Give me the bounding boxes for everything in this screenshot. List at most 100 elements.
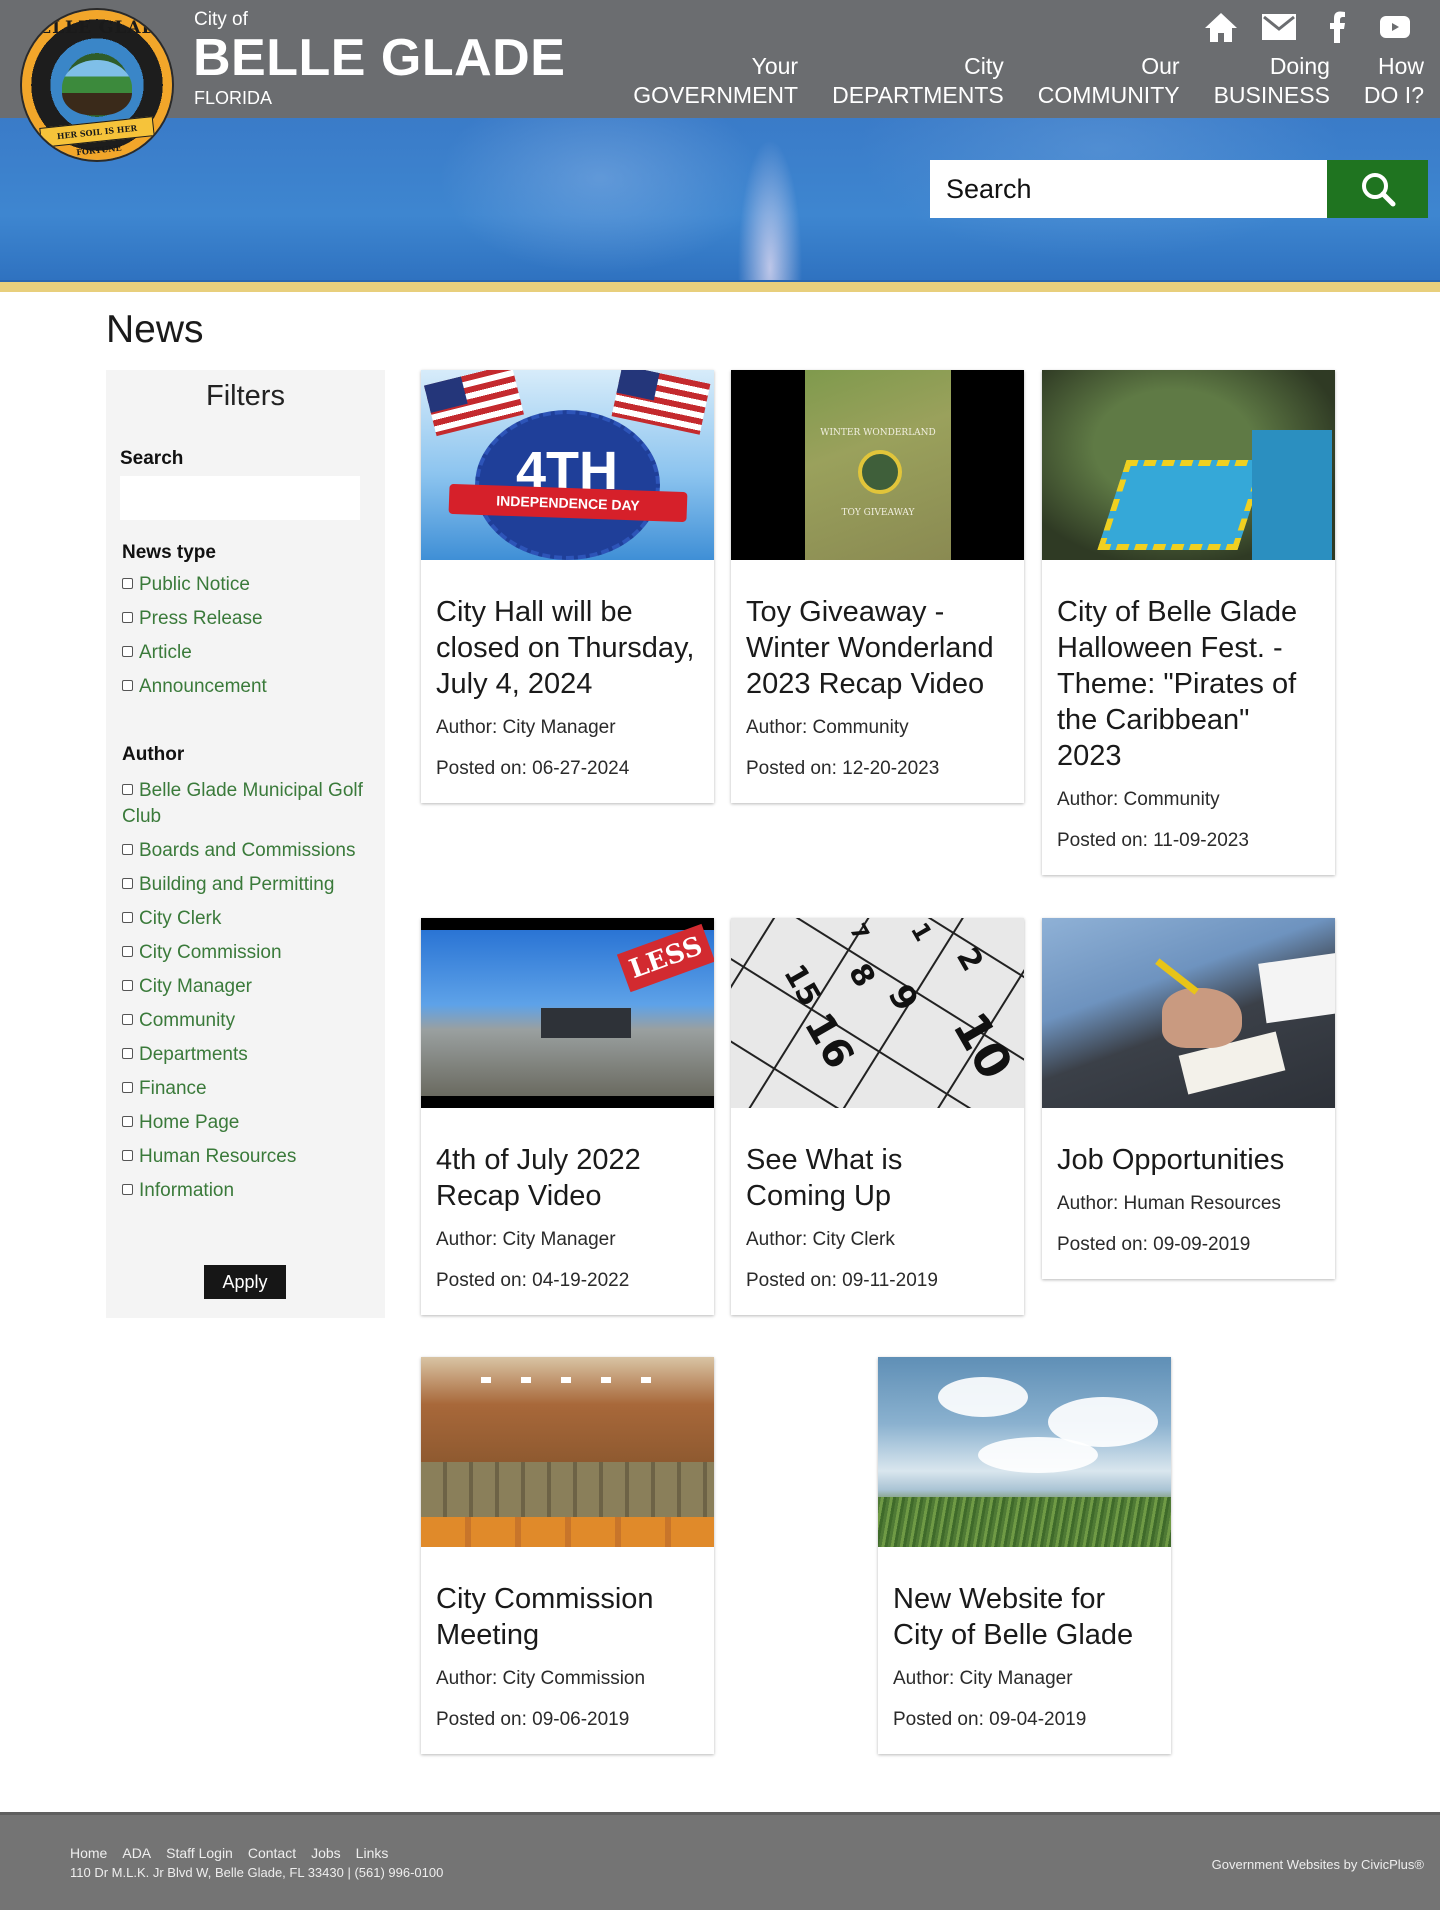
site-search-input[interactable]: [930, 160, 1327, 218]
author-list-viewport: Belle Glade Municipal Golf Club Boards a…: [122, 778, 372, 1242]
news-card-image[interactable]: [878, 1357, 1171, 1547]
mail-icon[interactable]: [1260, 10, 1298, 44]
pen-graphic: [1155, 958, 1199, 995]
author-option[interactable]: Information: [122, 1178, 372, 1204]
author-option[interactable]: Finance: [122, 1076, 372, 1102]
news-card-title[interactable]: Job Opportunities: [1057, 1142, 1320, 1178]
news-card-image[interactable]: [421, 1357, 714, 1547]
author-option[interactable]: Belle Glade Municipal Golf Club: [122, 778, 372, 830]
checkbox[interactable]: [122, 612, 133, 623]
news-card[interactable]: New Website for City of Belle Glade Auth…: [878, 1357, 1171, 1754]
news-card[interactable]: City of Belle Glade Halloween Fest. - Th…: [1042, 370, 1335, 875]
news-card-title[interactable]: City Hall will be closed on Thursday, Ju…: [436, 594, 699, 702]
news-card[interactable]: City Commission Meeting Author: City Com…: [421, 1357, 714, 1754]
news-card[interactable]: 4TH INDEPENDENCE DAY City Hall will be c…: [421, 370, 714, 803]
nav-our-community[interactable]: Our COMMUNITY: [1038, 52, 1180, 110]
author-option[interactable]: Human Resources: [122, 1144, 372, 1170]
news-card-date: Posted on: 11-09-2023: [1057, 830, 1249, 851]
nav-line2: DO I?: [1363, 82, 1424, 108]
checkbox[interactable]: [122, 1184, 133, 1195]
checkbox[interactable]: [122, 1150, 133, 1161]
home-icon[interactable]: [1202, 10, 1240, 44]
footer-link-home[interactable]: Home: [70, 1845, 107, 1861]
seal-top-text: BELLE GLADE: [22, 18, 172, 38]
news-card-image[interactable]: 4TH INDEPENDENCE DAY: [421, 370, 714, 560]
author-option[interactable]: City Commission: [122, 940, 372, 966]
checkbox[interactable]: [122, 784, 133, 795]
checkbox[interactable]: [122, 680, 133, 691]
nav-doing-business[interactable]: Doing BUSINESS: [1214, 52, 1330, 110]
youtube-icon[interactable]: [1376, 10, 1414, 44]
nav-line2: GOVERNMENT: [633, 82, 799, 108]
footer-link-jobs[interactable]: Jobs: [311, 1845, 341, 1861]
checkbox[interactable]: [122, 1082, 133, 1093]
footer-link-contact[interactable]: Contact: [248, 1845, 296, 1861]
checkbox[interactable]: [122, 646, 133, 657]
checkbox[interactable]: [122, 1014, 133, 1025]
checkbox[interactable]: [122, 946, 133, 957]
cloud-graphic: [938, 1377, 1028, 1417]
site-search-button[interactable]: [1327, 160, 1428, 218]
news-card-title[interactable]: 4th of July 2022 Recap Video: [436, 1142, 699, 1214]
checkbox[interactable]: [122, 878, 133, 889]
news-card-image[interactable]: [1042, 918, 1335, 1108]
nav-city-departments[interactable]: City DEPARTMENTS: [832, 52, 1004, 110]
site-header: BELLE GLADE HER SOIL IS HER FORTUNE City…: [0, 0, 1440, 160]
checkbox[interactable]: [122, 1116, 133, 1127]
option-label: Building and Permitting: [139, 874, 335, 895]
news-card[interactable]: 7 8 9 1 2 15 16 10 See What is Coming Up…: [731, 918, 1024, 1315]
filter-search-input[interactable]: [120, 476, 360, 520]
news-card-author: Author: City Manager: [436, 1229, 616, 1250]
news-card-title[interactable]: City of Belle Glade Halloween Fest. - Th…: [1057, 594, 1320, 774]
option-label: City Commission: [139, 942, 282, 963]
news-card-image[interactable]: WINTER WONDERLAND TOY GIVEAWAY: [731, 370, 1024, 560]
site-title[interactable]: BELLE GLADE: [193, 28, 565, 88]
author-option[interactable]: Community: [122, 1008, 372, 1034]
news-card-image[interactable]: 7 8 9 1 2 15 16 10: [731, 918, 1024, 1108]
option-label: Announcement: [139, 676, 267, 697]
news-card-image[interactable]: LESS: [421, 918, 714, 1108]
news-card-title[interactable]: See What is Coming Up: [746, 1142, 1009, 1214]
author-label: Author: [122, 744, 185, 765]
news-card-image[interactable]: [1042, 370, 1335, 560]
footer-link-staff-login[interactable]: Staff Login: [166, 1845, 233, 1861]
news-type-option[interactable]: Press Release: [122, 606, 372, 632]
facebook-icon[interactable]: [1318, 10, 1356, 44]
news-card[interactable]: LESS 4th of July 2022 Recap Video Author…: [421, 918, 714, 1315]
news-type-option[interactable]: Article: [122, 640, 372, 666]
nav-how-do-i[interactable]: How DO I?: [1364, 52, 1424, 110]
hand-graphic: [1162, 988, 1242, 1048]
footer-link-links[interactable]: Links: [356, 1845, 389, 1861]
nav-your-government[interactable]: Your GOVERNMENT: [633, 52, 798, 110]
author-option[interactable]: City Manager: [122, 974, 372, 1000]
news-card[interactable]: Job Opportunities Author: Human Resource…: [1042, 918, 1335, 1279]
news-card[interactable]: WINTER WONDERLAND TOY GIVEAWAY Toy Givea…: [731, 370, 1024, 803]
news-card-title[interactable]: New Website for City of Belle Glade: [893, 1581, 1156, 1653]
grass-graphic: [878, 1497, 1171, 1547]
checkbox[interactable]: [122, 844, 133, 855]
author-option[interactable]: Departments: [122, 1042, 372, 1068]
option-label: City Clerk: [139, 908, 222, 929]
civicplus-credit-link[interactable]: Government Websites by CivicPlus®: [1212, 1857, 1424, 1872]
checkbox[interactable]: [122, 912, 133, 923]
news-card-title[interactable]: Toy Giveaway - Winter Wonderland 2023 Re…: [746, 594, 1009, 702]
news-card-title[interactable]: City Commission Meeting: [436, 1581, 699, 1653]
ceiling-lights: [481, 1377, 661, 1383]
checkbox[interactable]: [122, 1048, 133, 1059]
news-type-option[interactable]: Announcement: [122, 674, 372, 700]
flag-graphic: [611, 370, 711, 435]
author-option[interactable]: Home Page: [122, 1110, 372, 1136]
author-option[interactable]: Boards and Commissions: [122, 838, 372, 864]
news-type-option[interactable]: Public Notice: [122, 572, 372, 598]
option-label: City Manager: [139, 976, 252, 997]
author-list[interactable]: Belle Glade Municipal Golf Club Boards a…: [122, 778, 372, 1616]
author-option[interactable]: City Clerk: [122, 906, 372, 932]
checkbox[interactable]: [122, 980, 133, 991]
city-seal-logo[interactable]: BELLE GLADE HER SOIL IS HER FORTUNE: [22, 10, 172, 160]
author-option[interactable]: Building and Permitting: [122, 872, 372, 898]
checkbox[interactable]: [122, 578, 133, 589]
news-card-author: Author: Community: [746, 717, 909, 738]
apply-filters-button[interactable]: Apply: [204, 1265, 286, 1299]
footer-link-ada[interactable]: ADA: [122, 1845, 151, 1861]
news-card-date: Posted on: 09-06-2019: [436, 1709, 630, 1730]
